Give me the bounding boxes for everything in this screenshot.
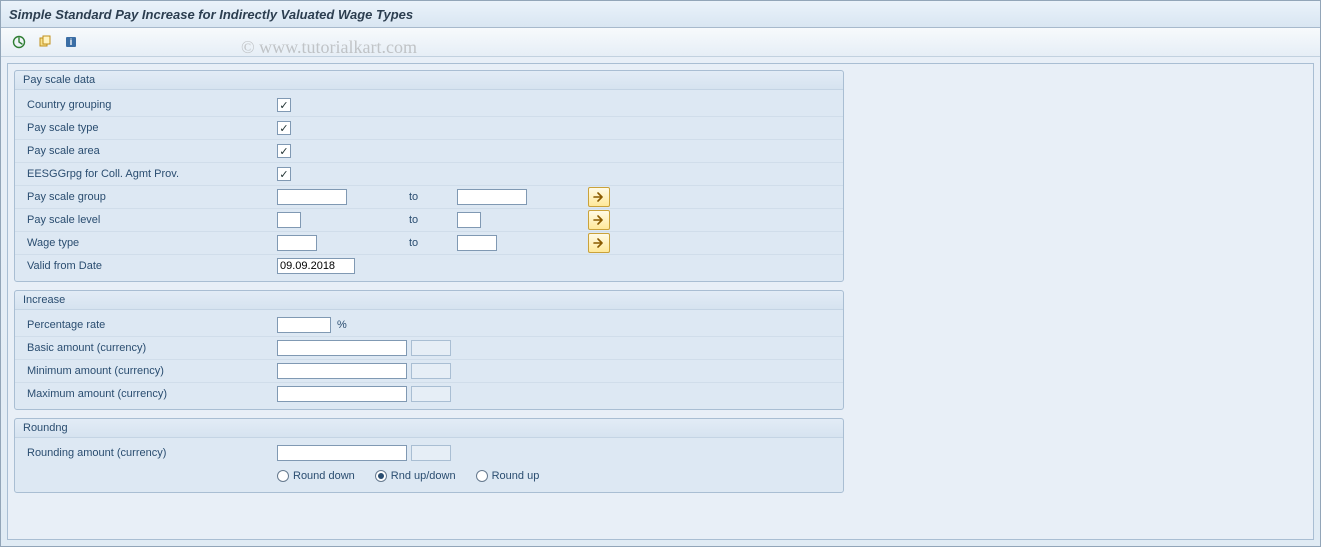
input-basic-amount-currency	[411, 340, 451, 356]
label-to-wt: to	[407, 237, 457, 249]
info-button[interactable]: i	[59, 31, 83, 53]
radio-label-round-down: Round down	[293, 470, 355, 482]
arrow-right-icon	[593, 192, 605, 202]
label-to-psg: to	[407, 191, 457, 203]
label-country-grouping: Country grouping	[19, 99, 277, 111]
group-increase: Increase Percentage rate % Basic amount …	[14, 290, 844, 410]
content-area: Pay scale data Country grouping ✓ Pay sc…	[1, 57, 1320, 546]
input-maximum-amount[interactable]	[277, 386, 407, 402]
execute-button[interactable]	[7, 31, 31, 53]
group-title-pay-scale: Pay scale data	[15, 71, 843, 90]
app-window: Simple Standard Pay Increase for Indirec…	[0, 0, 1321, 547]
group-body-rounding: Rounding amount (currency) Round down Rn…	[15, 438, 843, 492]
toolbar: i	[1, 28, 1320, 57]
arrow-right-icon	[593, 215, 605, 225]
label-to-psl: to	[407, 214, 457, 226]
title-bar: Simple Standard Pay Increase for Indirec…	[1, 1, 1320, 28]
radio-label-rnd-up-down: Rnd up/down	[391, 470, 456, 482]
input-wage-type-from[interactable]	[277, 235, 317, 251]
checkbox-pay-scale-area[interactable]: ✓	[277, 144, 291, 158]
group-title-increase: Increase	[15, 291, 843, 310]
multiple-selection-pay-scale-level[interactable]	[588, 210, 610, 230]
input-pay-scale-group-from[interactable]	[277, 189, 347, 205]
group-title-rounding: Roundng	[15, 419, 843, 438]
radio-round-up[interactable]: Round up	[476, 470, 540, 482]
group-body-increase: Percentage rate % Basic amount (currency…	[15, 310, 843, 409]
multiple-selection-pay-scale-group[interactable]	[588, 187, 610, 207]
checkbox-pay-scale-type[interactable]: ✓	[277, 121, 291, 135]
label-maximum-amount: Maximum amount (currency)	[19, 388, 277, 400]
radio-label-round-up: Round up	[492, 470, 540, 482]
input-minimum-amount-currency	[411, 363, 451, 379]
label-pay-scale-area: Pay scale area	[19, 145, 277, 157]
label-eesggrpg: EESGGrpg for Coll. Agmt Prov.	[19, 168, 277, 180]
page-title: Simple Standard Pay Increase for Indirec…	[9, 7, 413, 22]
rounding-radio-group: Round down Rnd up/down Round up	[15, 464, 843, 488]
label-rounding-amount: Rounding amount (currency)	[19, 447, 277, 459]
radio-rnd-up-down[interactable]: Rnd up/down	[375, 470, 456, 482]
multiple-selection-wage-type[interactable]	[588, 233, 610, 253]
label-valid-from-date: Valid from Date	[19, 260, 277, 272]
label-minimum-amount: Minimum amount (currency)	[19, 365, 277, 377]
input-minimum-amount[interactable]	[277, 363, 407, 379]
input-rounding-amount-currency	[411, 445, 451, 461]
get-variant-button[interactable]	[33, 31, 57, 53]
input-pay-scale-level-to[interactable]	[457, 212, 481, 228]
radio-circle-icon	[375, 470, 387, 482]
input-valid-from-date[interactable]	[277, 258, 355, 274]
group-rounding: Roundng Rounding amount (currency) Round…	[14, 418, 844, 493]
input-maximum-amount-currency	[411, 386, 451, 402]
input-pay-scale-level-from[interactable]	[277, 212, 301, 228]
checkbox-country-grouping[interactable]: ✓	[277, 98, 291, 112]
input-wage-type-to[interactable]	[457, 235, 497, 251]
inner-panel: Pay scale data Country grouping ✓ Pay sc…	[7, 63, 1314, 540]
label-basic-amount: Basic amount (currency)	[19, 342, 277, 354]
checkbox-eesggrpg[interactable]: ✓	[277, 167, 291, 181]
variant-icon	[38, 35, 52, 49]
group-pay-scale-data: Pay scale data Country grouping ✓ Pay sc…	[14, 70, 844, 282]
label-pay-scale-level: Pay scale level	[19, 214, 277, 226]
percent-symbol: %	[337, 319, 347, 331]
label-percentage-rate: Percentage rate	[19, 319, 277, 331]
svg-text:i: i	[70, 37, 73, 47]
input-percentage-rate[interactable]	[277, 317, 331, 333]
label-pay-scale-group: Pay scale group	[19, 191, 277, 203]
arrow-right-icon	[593, 238, 605, 248]
label-wage-type: Wage type	[19, 237, 277, 249]
group-body-pay-scale: Country grouping ✓ Pay scale type ✓ Pay …	[15, 90, 843, 281]
input-rounding-amount[interactable]	[277, 445, 407, 461]
radio-circle-icon	[277, 470, 289, 482]
input-basic-amount[interactable]	[277, 340, 407, 356]
input-pay-scale-group-to[interactable]	[457, 189, 527, 205]
radio-round-down[interactable]: Round down	[277, 470, 355, 482]
radio-circle-icon	[476, 470, 488, 482]
label-pay-scale-type: Pay scale type	[19, 122, 277, 134]
execute-icon	[12, 35, 26, 49]
info-icon: i	[64, 35, 78, 49]
